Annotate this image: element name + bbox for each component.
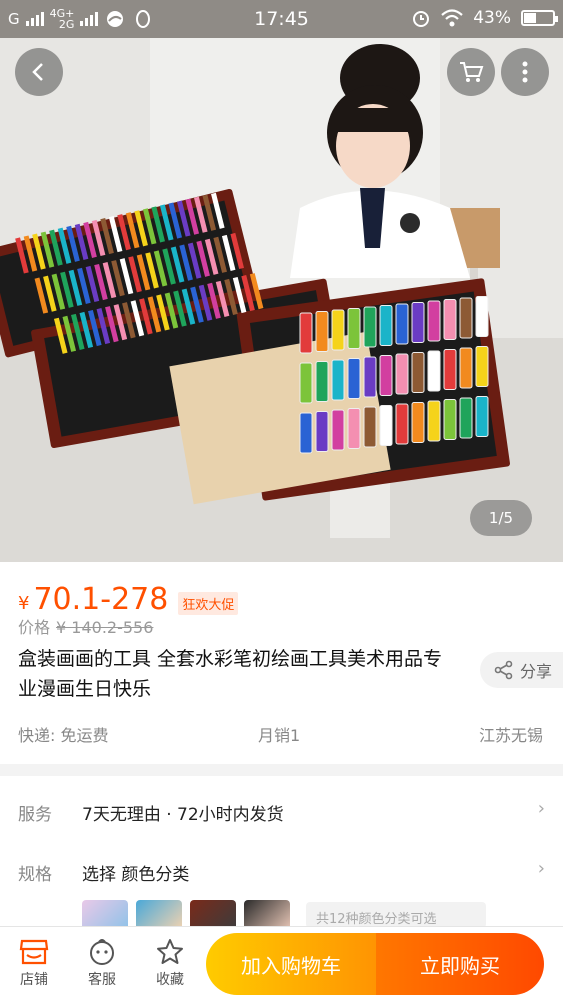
paint-tube bbox=[299, 362, 313, 404]
promo-badge: 狂欢大促 bbox=[178, 592, 239, 615]
service-label: 服务 bbox=[18, 805, 52, 825]
monthly-sales: 月销1 bbox=[258, 726, 301, 745]
product-info: ¥ 70.1-278 狂欢大促 价格 ¥ 140.2-556 盒装画画的工具 全套… bbox=[0, 562, 563, 764]
wifi-icon bbox=[441, 9, 463, 27]
price: 70.1-278 bbox=[33, 582, 169, 617]
bottom-action-bar: 店铺 客服 收藏 加入购物车 立即购买 bbox=[0, 926, 563, 1000]
paint-tube bbox=[315, 311, 329, 352]
paint-tube bbox=[331, 409, 345, 451]
spec-row[interactable]: 规格 选择 颜色分类 › bbox=[0, 836, 563, 892]
product-photo bbox=[0, 38, 563, 562]
paint-tube bbox=[347, 408, 361, 449]
paint-tube bbox=[379, 405, 393, 446]
paint-tube bbox=[347, 358, 361, 399]
service-value: 7天无理由 · 72小时内发货 bbox=[82, 805, 284, 825]
spec-label: 规格 bbox=[18, 865, 52, 885]
paint-tube bbox=[315, 411, 329, 452]
paint-tube bbox=[443, 299, 457, 340]
paint-tube bbox=[331, 309, 345, 351]
status-right: 43% bbox=[411, 8, 558, 28]
paint-tube bbox=[443, 349, 457, 390]
paint-tube bbox=[395, 303, 409, 345]
original-price-label: 价格 bbox=[18, 618, 51, 637]
paint-tube bbox=[459, 397, 473, 439]
paint-tube bbox=[427, 350, 441, 392]
battery-percent: 43% bbox=[473, 8, 511, 28]
paint-tube bbox=[363, 406, 377, 448]
paint-tube bbox=[379, 305, 393, 346]
more-button[interactable] bbox=[501, 48, 549, 96]
customer-service-label: 客服 bbox=[88, 972, 116, 988]
paint-tube bbox=[299, 412, 313, 454]
share-button[interactable]: 分享 bbox=[480, 652, 563, 688]
paint-tube bbox=[459, 347, 473, 389]
status-bar: G 4G+ 2G 17:45 43% bbox=[0, 0, 563, 38]
paint-tube bbox=[395, 403, 409, 445]
price-row: ¥ 70.1-278 狂欢大促 bbox=[18, 582, 239, 617]
original-price-row: 价格 ¥ 140.2-556 bbox=[18, 614, 153, 638]
paint-tube bbox=[379, 355, 393, 396]
cart-button[interactable] bbox=[447, 48, 495, 96]
paint-tube bbox=[395, 353, 409, 395]
paint-tube bbox=[411, 352, 425, 393]
paint-tube bbox=[299, 312, 313, 354]
paint-tube bbox=[475, 396, 489, 437]
paint-tube bbox=[315, 361, 329, 402]
product-image[interactable]: 1/5 bbox=[0, 38, 563, 562]
image-pager: 1/5 bbox=[470, 500, 532, 536]
service-row[interactable]: 服务 7天无理由 · 72小时内发货 › bbox=[0, 776, 563, 832]
paint-tube bbox=[347, 308, 361, 349]
spec-value: 选择 颜色分类 bbox=[82, 865, 190, 885]
alarm-icon bbox=[413, 11, 430, 27]
paint-tube bbox=[459, 297, 473, 339]
variant-count[interactable]: 共12种颜色分类可选 bbox=[306, 902, 486, 928]
paint-tube bbox=[331, 359, 345, 401]
paint-tube bbox=[363, 356, 377, 398]
store-tab[interactable]: 店铺 bbox=[4, 935, 64, 989]
service-section: 服务 7天无理由 · 72小时内发货 › 规格 选择 颜色分类 › 共12种颜色… bbox=[0, 776, 563, 930]
store-label: 店铺 bbox=[20, 972, 48, 988]
paint-tube bbox=[411, 402, 425, 443]
product-title: 盒装画画的工具 全套水彩笔初绘画工具美术用品专业漫画生日快乐 bbox=[18, 648, 443, 700]
shipping-info: 快递: 免运费 bbox=[18, 726, 109, 745]
chevron-right-icon: › bbox=[537, 798, 545, 819]
more-vertical-icon bbox=[522, 61, 528, 83]
paint-tube bbox=[411, 302, 425, 343]
customer-service-icon bbox=[90, 939, 114, 965]
paint-tube bbox=[427, 300, 441, 342]
paint-tube bbox=[443, 399, 457, 440]
store-icon bbox=[19, 939, 49, 965]
add-to-cart-button[interactable]: 加入购物车 bbox=[206, 933, 376, 995]
paint-tube bbox=[475, 296, 489, 337]
currency-symbol: ¥ bbox=[18, 593, 30, 614]
battery-icon bbox=[521, 10, 558, 26]
star-icon bbox=[157, 939, 183, 964]
share-icon bbox=[494, 660, 513, 680]
buy-now-button[interactable]: 立即购买 bbox=[376, 933, 544, 995]
paint-tube bbox=[427, 400, 441, 442]
customer-service-tab[interactable]: 客服 bbox=[72, 935, 132, 989]
chevron-left-icon bbox=[32, 63, 43, 81]
share-label: 分享 bbox=[520, 662, 553, 681]
favorite-label: 收藏 bbox=[156, 972, 184, 988]
paint-tube bbox=[363, 306, 377, 348]
original-price: ¥ 140.2-556 bbox=[56, 618, 154, 637]
chevron-right-icon: › bbox=[537, 858, 545, 879]
shopping-cart-icon bbox=[460, 62, 484, 82]
back-button[interactable] bbox=[15, 48, 63, 96]
ship-location: 江苏无锡 bbox=[478, 726, 543, 745]
paint-tube bbox=[475, 346, 489, 387]
favorite-tab[interactable]: 收藏 bbox=[140, 935, 200, 989]
